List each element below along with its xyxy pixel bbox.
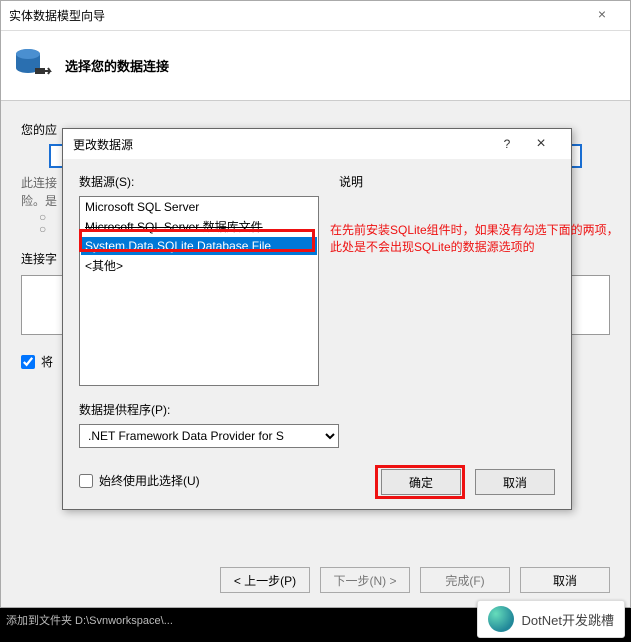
back-button[interactable]: < 上一步(P) — [220, 567, 310, 593]
list-item[interactable]: <其他> — [81, 255, 317, 276]
annotation-text: 在先前安装SQLite组件时，如果没有勾选下面的两项， 此处是不会出现SQLit… — [330, 222, 625, 256]
titlebar: 实体数据模型向导 × — [1, 1, 630, 31]
wizard-header: 选择您的数据连接 — [1, 31, 630, 101]
list-item[interactable]: Microsoft SQL Server — [81, 198, 317, 216]
save-settings-checkbox[interactable] — [21, 355, 35, 369]
database-icon — [13, 46, 53, 86]
datasource-label: 数据源(S): — [79, 173, 319, 190]
description-label: 说明 — [339, 173, 555, 190]
cancel-button[interactable]: 取消 — [475, 469, 555, 495]
always-use-label: 始终使用此选择(U) — [99, 472, 200, 489]
watermark-label: DotNet开发跳槽 — [477, 600, 625, 638]
window-title: 实体数据模型向导 — [9, 7, 582, 24]
list-item-selected[interactable]: System.Data.SQLite Database File — [81, 237, 317, 255]
status-text: 添加到文件夹 D:\Svnworkspace\... — [6, 612, 173, 628]
wizard-title: 选择您的数据连接 — [65, 56, 169, 75]
list-item[interactable]: Microsoft SQL Server 数据库文件 — [81, 216, 317, 237]
avatar — [488, 606, 514, 632]
sub-titlebar: 更改数据源 ? × — [63, 129, 571, 159]
close-icon[interactable]: × — [582, 6, 622, 26]
datasource-listbox[interactable]: Microsoft SQL Server Microsoft SQL Serve… — [79, 196, 319, 386]
help-icon[interactable]: ? — [493, 137, 521, 151]
finish-button: 完成(F) — [420, 567, 510, 593]
close-icon[interactable]: × — [521, 135, 561, 153]
provider-dropdown[interactable]: .NET Framework Data Provider for S — [79, 424, 339, 448]
save-settings-label: 将 — [41, 353, 53, 370]
ok-button[interactable]: 确定 — [381, 469, 461, 495]
provider-label: 数据提供程序(P): — [79, 401, 339, 418]
change-datasource-dialog: 更改数据源 ? × 数据源(S): Microsoft SQL Server M… — [62, 128, 572, 510]
sub-title: 更改数据源 — [73, 136, 133, 153]
cancel-button[interactable]: 取消 — [520, 567, 610, 593]
next-button: 下一步(N) > — [320, 567, 410, 593]
brand-text: DotNet开发跳槽 — [522, 610, 614, 629]
wizard-footer-buttons: < 上一步(P) 下一步(N) > 完成(F) 取消 — [220, 567, 610, 593]
always-use-checkbox[interactable] — [79, 474, 93, 488]
